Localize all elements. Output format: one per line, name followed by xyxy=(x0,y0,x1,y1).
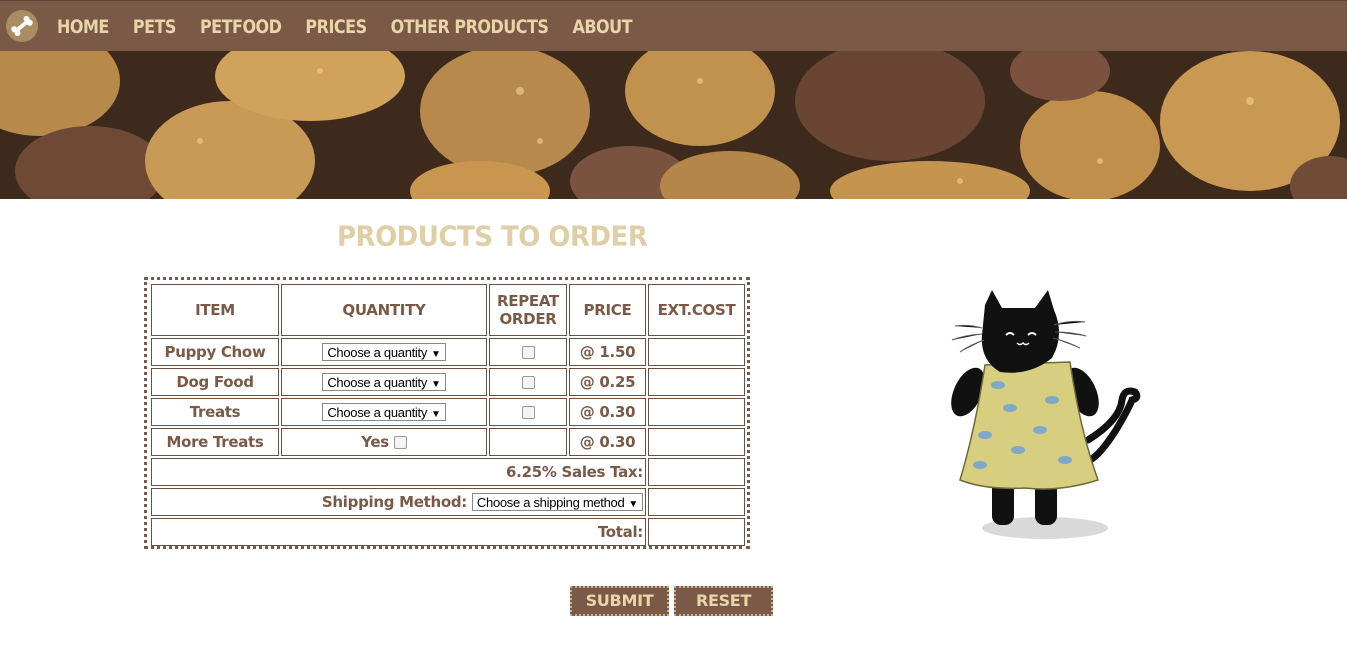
sales-tax-row: 6.25% Sales Tax: xyxy=(151,458,745,486)
shipping-select-value: Choose a shipping method xyxy=(476,495,625,511)
repeat-cell xyxy=(489,338,567,366)
table-header-row: ITEM QUANTITY REPEAT ORDER PRICE EXT.COS… xyxy=(151,284,745,336)
header-item: ITEM xyxy=(151,284,279,336)
nav-prices[interactable]: PRICES xyxy=(305,16,367,38)
header-repeat-line1: REPEAT xyxy=(497,292,559,310)
table-row: Puppy Chow Choose a quantity ▼ @ 1.50 xyxy=(151,338,745,366)
price-cell: @ 0.30 xyxy=(569,398,646,426)
item-name: Puppy Chow xyxy=(151,338,279,366)
bone-icon[interactable] xyxy=(6,10,38,42)
sales-tax-label: 6.25% Sales Tax: xyxy=(151,458,646,486)
repeat-cell xyxy=(489,398,567,426)
price-cell: @ 1.50 xyxy=(569,338,646,366)
price-cell: @ 0.25 xyxy=(569,368,646,396)
shipping-row: Shipping Method: Choose a shipping metho… xyxy=(151,488,745,516)
submit-button[interactable]: SUBMIT xyxy=(570,586,669,616)
table-row: Dog Food Choose a quantity ▼ @ 0.25 xyxy=(151,368,745,396)
dropdown-arrow-icon: ▼ xyxy=(431,409,441,421)
header-price: PRICE xyxy=(569,284,646,336)
item-name: Treats xyxy=(151,398,279,426)
repeat-cell xyxy=(489,368,567,396)
page-title: PRODUCTS TO ORDER xyxy=(337,221,648,253)
quantity-select-value: Choose a quantity xyxy=(327,405,428,421)
kibble-banner xyxy=(0,51,1347,199)
shipping-method-select[interactable]: Choose a shipping method ▼ xyxy=(471,493,643,512)
header-repeat-order: REPEAT ORDER xyxy=(489,284,567,336)
nav-pets[interactable]: PETS xyxy=(133,16,177,38)
order-table-frame: ITEM QUANTITY REPEAT ORDER PRICE EXT.COS… xyxy=(144,277,750,549)
quantity-select-value: Choose a quantity xyxy=(327,345,428,361)
shipping-value xyxy=(648,488,745,516)
dropdown-arrow-icon: ▼ xyxy=(431,349,441,361)
ext-cost-cell xyxy=(648,398,745,426)
repeat-order-checkbox[interactable] xyxy=(521,376,535,389)
sales-tax-value xyxy=(648,458,745,486)
reset-button[interactable]: RESET xyxy=(674,586,773,616)
yes-checkbox[interactable] xyxy=(393,436,407,449)
table-row: Treats Choose a quantity ▼ @ 0.30 xyxy=(151,398,745,426)
nav-petfood[interactable]: PETFOOD xyxy=(200,16,282,38)
item-name: More Treats xyxy=(151,428,279,456)
header-quantity: QUANTITY xyxy=(281,284,487,336)
cat-illustration xyxy=(940,280,1150,550)
quantity-cell: Choose a quantity ▼ xyxy=(281,368,487,396)
header-repeat-line2: ORDER xyxy=(499,310,557,328)
yes-cell: Yes xyxy=(281,428,487,456)
ext-cost-cell xyxy=(648,368,745,396)
nav-other-products[interactable]: OTHER PRODUCTS xyxy=(391,16,549,38)
price-cell: @ 0.30 xyxy=(569,428,646,456)
quantity-cell: Choose a quantity ▼ xyxy=(281,398,487,426)
header-ext-cost: EXT.COST xyxy=(648,284,745,336)
nav-about[interactable]: ABOUT xyxy=(572,16,632,38)
repeat-cell xyxy=(489,428,567,456)
dropdown-arrow-icon: ▼ xyxy=(431,379,441,391)
quantity-select[interactable]: Choose a quantity ▼ xyxy=(322,343,446,362)
ext-cost-cell xyxy=(648,338,745,366)
top-nav: HOME PETS PETFOOD PRICES OTHER PRODUCTS … xyxy=(0,0,1347,51)
item-name: Dog Food xyxy=(151,368,279,396)
total-row: Total: xyxy=(151,518,745,546)
quantity-cell: Choose a quantity ▼ xyxy=(281,338,487,366)
total-label: Total: xyxy=(151,518,646,546)
repeat-order-checkbox[interactable] xyxy=(521,346,535,359)
shipping-label: Shipping Method: xyxy=(321,492,467,511)
total-value xyxy=(648,518,745,546)
nav-home[interactable]: HOME xyxy=(57,16,109,38)
quantity-select-value: Choose a quantity xyxy=(327,375,428,391)
order-table: ITEM QUANTITY REPEAT ORDER PRICE EXT.COS… xyxy=(149,282,747,548)
table-row: More Treats Yes @ 0.30 xyxy=(151,428,745,456)
quantity-select[interactable]: Choose a quantity ▼ xyxy=(322,373,446,392)
repeat-order-checkbox[interactable] xyxy=(521,406,535,419)
shipping-cell: Shipping Method: Choose a shipping metho… xyxy=(151,488,646,516)
quantity-select[interactable]: Choose a quantity ▼ xyxy=(322,403,446,422)
yes-label: Yes xyxy=(361,433,389,451)
dropdown-arrow-icon: ▼ xyxy=(628,499,638,511)
ext-cost-cell xyxy=(648,428,745,456)
